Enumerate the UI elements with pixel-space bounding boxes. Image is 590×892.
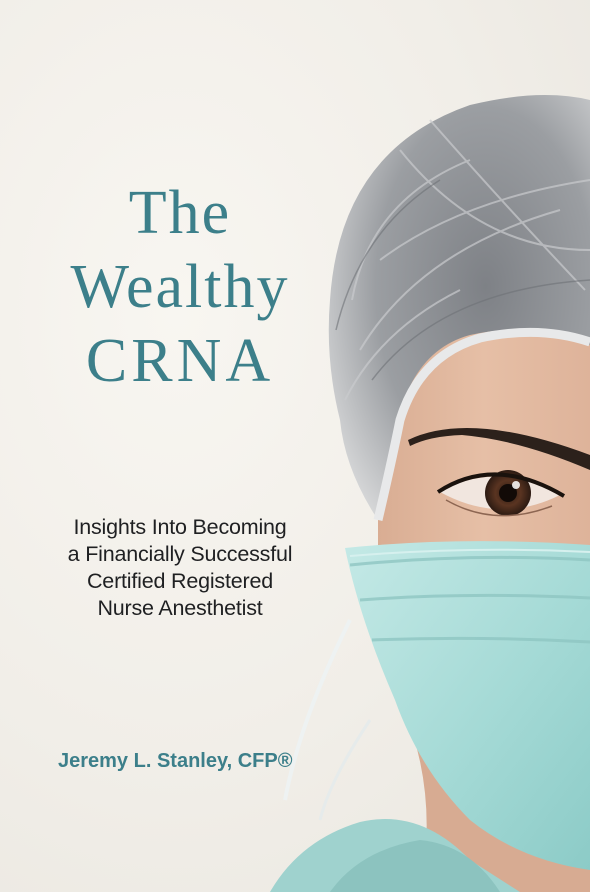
subtitle-line-4: Nurse Anesthetist (97, 596, 263, 620)
book-cover: The Wealthy CRNA Insights Into Becoming … (0, 0, 590, 892)
subtitle-line-3: Certified Registered (86, 569, 273, 593)
book-subtitle: Insights Into Becoming a Financially Suc… (30, 514, 330, 622)
title-line-2: Wealthy (70, 253, 290, 321)
title-line-3: CRNA (85, 327, 275, 395)
author-name: Jeremy L. Stanley, CFP® (58, 750, 293, 772)
subtitle-line-2: a Financially Successful (67, 542, 293, 566)
subtitle-line-1: Insights Into Becoming (73, 515, 287, 539)
title-line-1: The (128, 179, 232, 247)
